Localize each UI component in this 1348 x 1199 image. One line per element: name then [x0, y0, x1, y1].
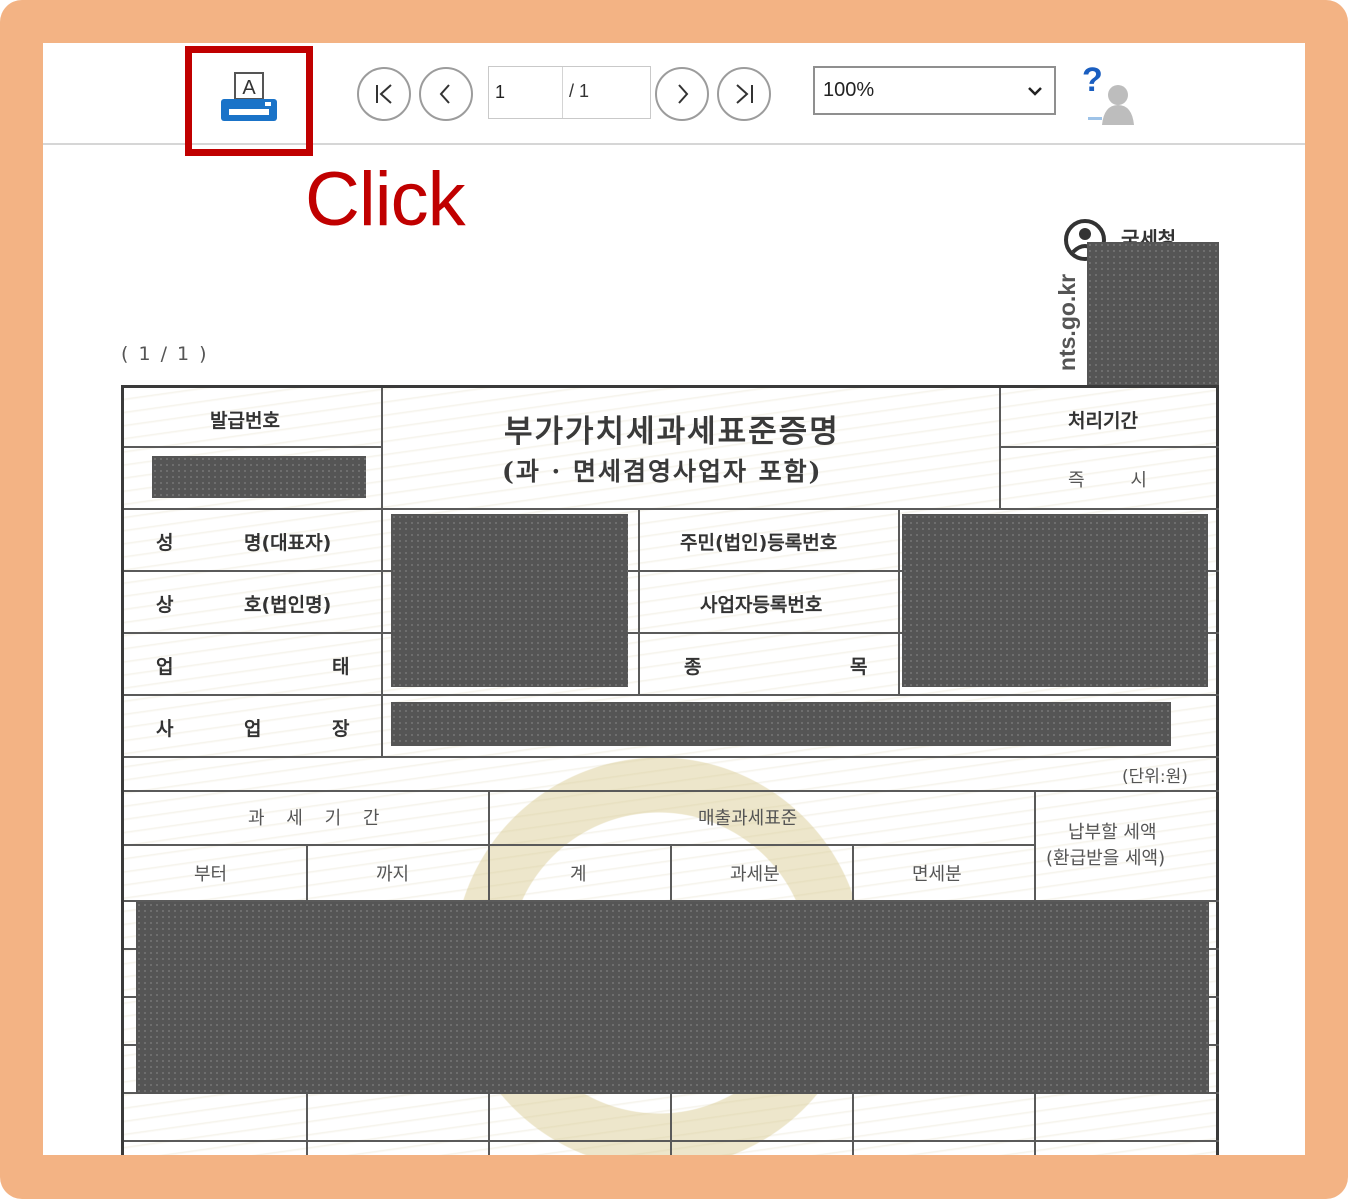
chevron-right-icon	[678, 84, 689, 104]
workplace-label-3: 장	[332, 718, 350, 740]
business-type-label-first: 업	[156, 656, 174, 678]
help-symbol: ?	[1082, 61, 1103, 99]
agency-url: nts.go.kr	[1054, 273, 1081, 372]
help-icon: ?	[1082, 61, 1134, 125]
viewer-toolbar: A / 1 100	[43, 43, 1305, 156]
certificate-form: 발급번호 부가가치세과세표준증명 (과 · 면세겸영사업자 포함) 처리기간 즉…	[121, 385, 1219, 1155]
name-label-first: 성	[156, 532, 174, 554]
processing-period-value: 즉 시	[1068, 470, 1147, 491]
tax-period-header: 과 세 기 간	[248, 808, 388, 829]
chevron-left-icon	[439, 84, 450, 104]
first-page-button[interactable]	[357, 67, 411, 121]
tax-payable-header: 납부할 세액	[1068, 822, 1157, 843]
workplace-label-2: 업	[244, 718, 262, 740]
page-number-input[interactable]	[489, 67, 563, 118]
screenshot-frame: A / 1 100	[0, 0, 1348, 1199]
redacted-tax-data	[136, 902, 1209, 1094]
exempt-header: 면세분	[912, 864, 962, 885]
business-registration-label: 사업자등록번호	[700, 594, 823, 616]
certificate-subtitle: (과 · 면세겸영사업자 포함)	[502, 457, 823, 486]
redacted-name-block	[391, 514, 628, 687]
sales-base-header: 매출과세표준	[698, 808, 798, 829]
agency-url-box: nts.go.kr	[1054, 263, 1089, 383]
page-total: / 1	[569, 81, 590, 101]
from-header: 부터	[194, 864, 228, 885]
business-type-label-rest: 태	[332, 656, 350, 678]
taxable-header: 과세분	[730, 864, 780, 885]
page-navigator: / 1	[488, 66, 651, 119]
redacted-issue-number	[152, 456, 366, 498]
workplace-label-1: 사	[156, 718, 174, 740]
chevron-down-icon	[1028, 87, 1042, 96]
item-label-first: 종	[684, 656, 702, 678]
certificate-title: 부가가치세과세표준증명	[504, 414, 840, 450]
previous-page-button[interactable]	[419, 67, 473, 121]
print-button[interactable]: A	[185, 46, 313, 156]
print-icon-letter: A	[242, 77, 256, 99]
item-label-rest: 목	[850, 656, 868, 678]
printer-icon: A	[221, 72, 277, 121]
issue-number-label: 발급번호	[210, 410, 280, 432]
help-button[interactable]: ?	[1078, 61, 1144, 127]
trade-name-label-first: 상	[156, 594, 174, 616]
to-header: 까지	[376, 864, 410, 885]
zoom-select[interactable]: 100%	[813, 66, 1056, 115]
redacted-area	[1087, 242, 1219, 386]
redacted-registration-block	[902, 514, 1208, 687]
document-viewer: A / 1 100	[43, 43, 1305, 1155]
redacted-workplace	[391, 702, 1171, 746]
page-count: ( 1 / 1 )	[121, 343, 209, 365]
last-page-button[interactable]	[717, 67, 771, 121]
unit-note: (단위:원)	[1122, 767, 1188, 787]
processing-period-label: 처리기간	[1068, 410, 1138, 432]
click-callout: Click	[305, 157, 466, 242]
zoom-value: 100%	[823, 79, 875, 101]
trade-name-label-rest: 호(법인명)	[244, 594, 332, 616]
last-page-icon	[736, 84, 753, 104]
name-label-rest: 명(대표자)	[244, 532, 332, 554]
next-page-button[interactable]	[655, 67, 709, 121]
resident-number-label: 주민(법인)등록번호	[680, 532, 838, 554]
total-header: 계	[570, 864, 587, 885]
first-page-icon	[376, 84, 392, 104]
tax-refund-header: (환급받을 세액)	[1046, 848, 1166, 869]
